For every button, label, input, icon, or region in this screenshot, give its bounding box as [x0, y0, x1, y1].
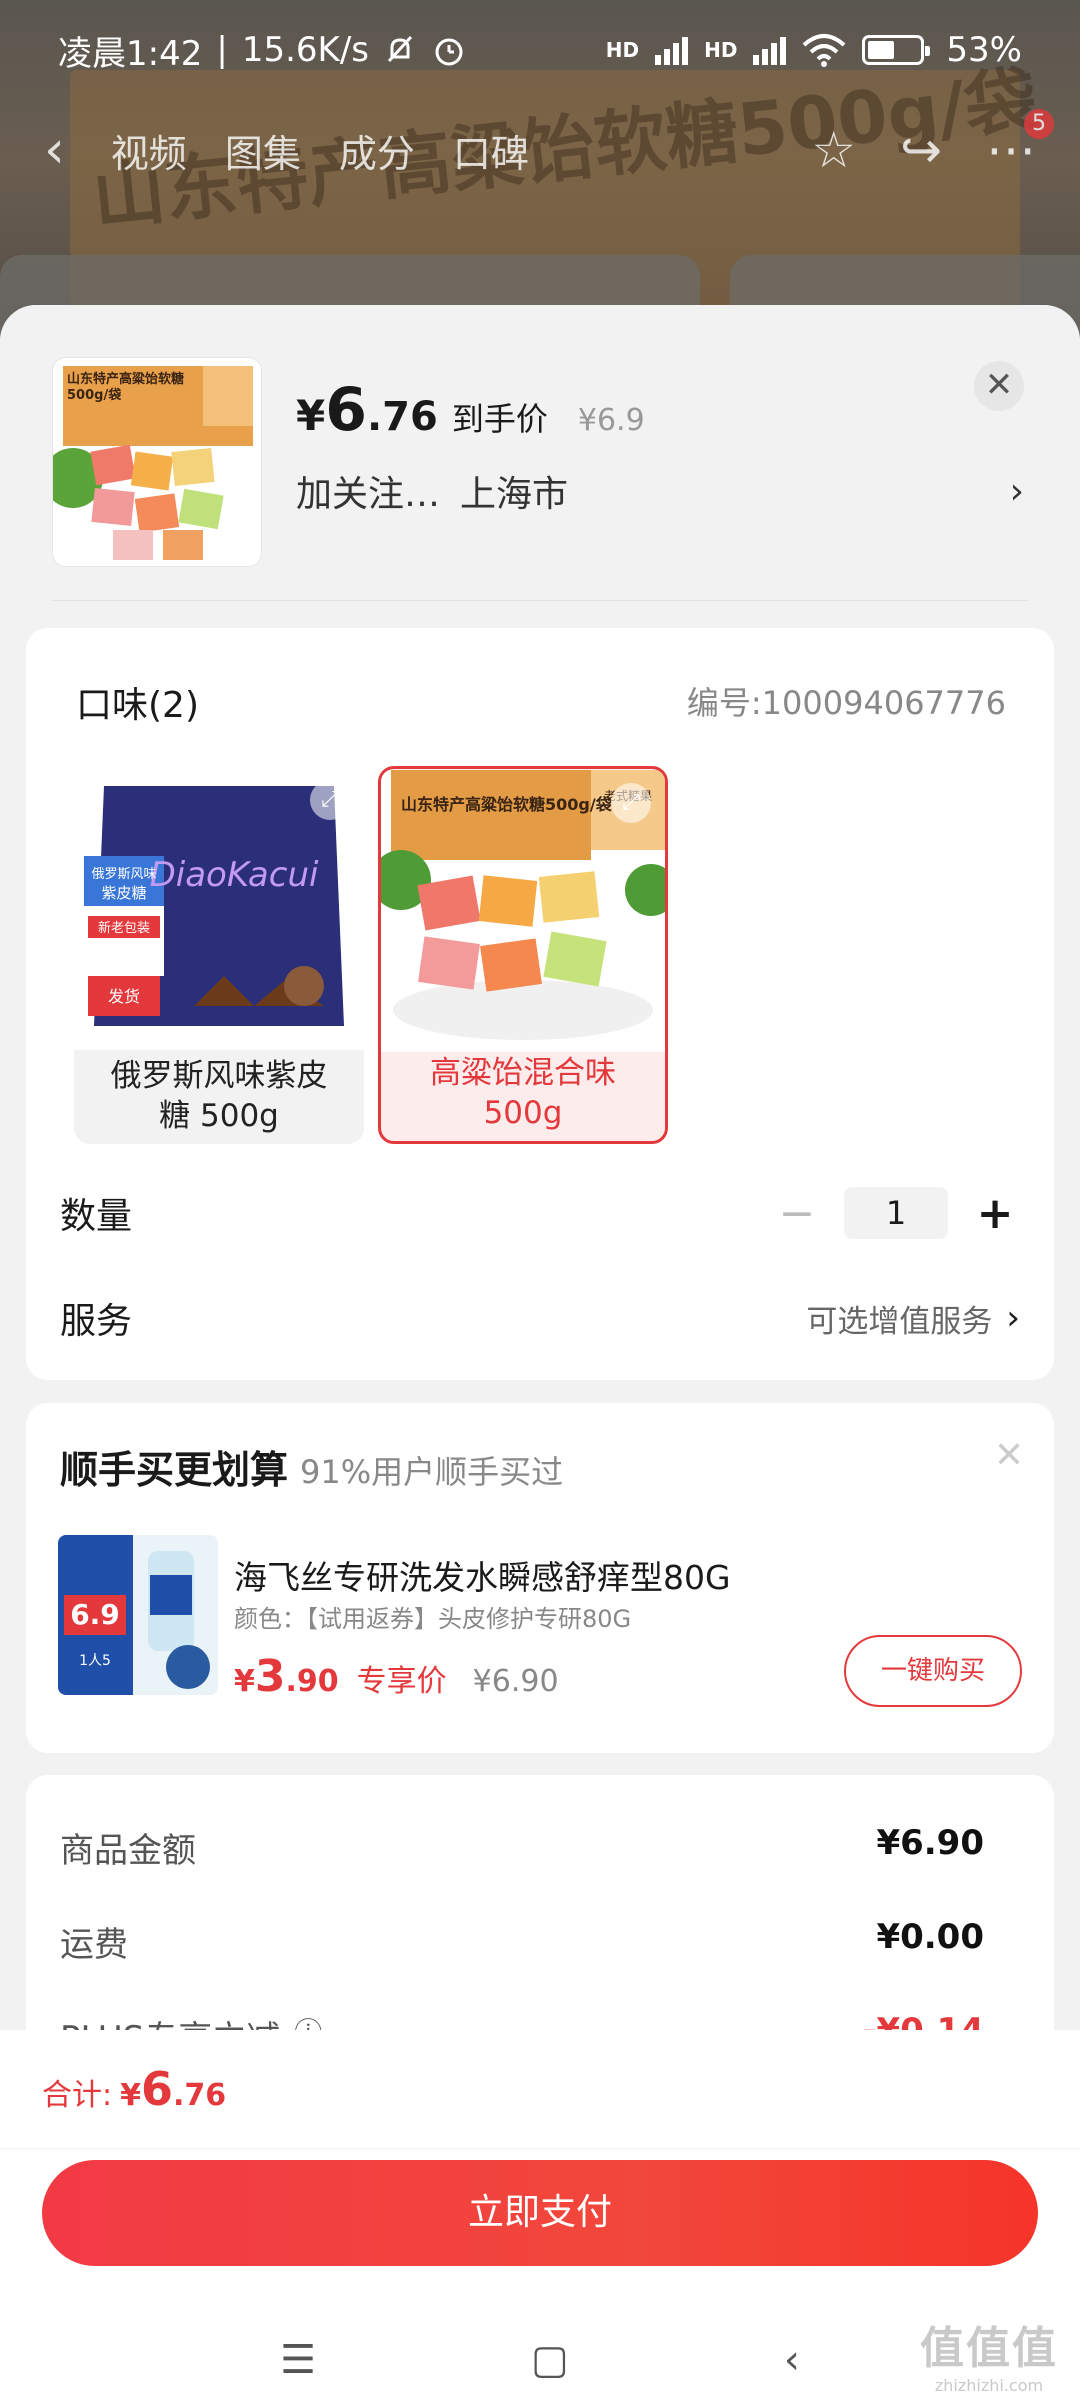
- wifi-icon: [803, 34, 846, 67]
- svg-text:新老包装: 新老包装: [98, 920, 150, 936]
- watermark: 值值值 zhizhizhi.com: [920, 2323, 1058, 2395]
- tab-reviews[interactable]: 口碑: [453, 123, 529, 178]
- quantity-input[interactable]: 1: [844, 1187, 948, 1239]
- signal-label: HD: [605, 38, 640, 62]
- status-bar: 凌晨1:42 | 15.6K/s HD HD 53%: [0, 0, 1080, 100]
- home-icon[interactable]: ▢: [531, 2337, 569, 2383]
- upsell-subtitle: 91%用户顺手买过: [300, 1453, 564, 1491]
- option-label: 500g: [483, 1095, 563, 1131]
- status-time: 凌晨1:42: [58, 33, 203, 74]
- spec-card: 口味(2) 编号:100094067776 DiaoKacui 俄罗斯风味 紫皮…: [26, 628, 1054, 1380]
- total-label: 合计:: [42, 2078, 113, 2113]
- tab-ingredients[interactable]: 成分: [339, 123, 415, 178]
- sheet-header: 山东特产高粱饴软糖500g/袋 ¥ 6 .76 到手价 ¥6.9 ✕ 加关注… …: [0, 305, 1080, 605]
- expand-icon[interactable]: ⤢: [310, 780, 350, 820]
- svg-text:俄罗斯风味: 俄罗斯风味: [91, 867, 156, 882]
- svg-text:发货: 发货: [108, 987, 140, 1006]
- chevron-right-icon: ›: [1006, 1298, 1020, 1338]
- decrease-button[interactable]: −: [772, 1188, 822, 1239]
- order-total: 合计: ¥ 6 .76: [42, 2062, 227, 2116]
- battery-icon: [862, 35, 931, 65]
- address-city: 上海市: [460, 474, 569, 515]
- status-speed: 15.6K/s: [241, 30, 369, 70]
- share-icon[interactable]: ↪: [900, 121, 942, 179]
- price-label: 到手价: [451, 400, 548, 438]
- option-box-text: 山东特产高粱饴软糖500g/袋: [401, 795, 613, 814]
- tab-video[interactable]: 视频: [111, 123, 187, 178]
- quantity-row: 数量 − 1 +: [60, 1173, 1020, 1253]
- product-top-nav: ‹ 视频 图集 成分 口碑 ☆ ↪ ⋯ 5: [0, 109, 1080, 190]
- service-row[interactable]: 服务 可选增值服务 ›: [60, 1278, 1020, 1358]
- original-price: ¥6.9: [577, 403, 645, 438]
- upsell-card: 顺手买更划算 91%用户顺手买过 ✕ 6.9 1人5 海飞丝专研洗发水瞬感舒痒型8…: [26, 1403, 1054, 1753]
- option-label: 糖 500g: [159, 1098, 279, 1134]
- quantity-label: 数量: [60, 1196, 133, 1237]
- thumbnail-box-text: 山东特产高粱饴软糖500g/袋: [67, 372, 185, 403]
- follow-text: 加关注…: [296, 474, 441, 515]
- expand-icon[interactable]: ⤢: [611, 783, 651, 823]
- signal-icon: [655, 35, 689, 65]
- option-label: 高粱饴混合味: [430, 1055, 616, 1091]
- divider: [52, 600, 1028, 601]
- increase-button[interactable]: +: [970, 1188, 1020, 1239]
- exclusive-price-label: 专享价: [356, 1664, 447, 1699]
- battery-level: 53%: [946, 30, 1022, 70]
- mute-bell-icon: [387, 35, 413, 63]
- alarm-icon: [435, 38, 463, 66]
- flavor-option-russian[interactable]: DiaoKacui 俄罗斯风味 紫皮糖 新老包装 发货 ⤢ 俄罗斯风味紫皮 糖 …: [74, 766, 364, 1144]
- svg-text:6.9: 6.9: [70, 1598, 120, 1631]
- checkout-bar: 合计: ¥ 6 .76 立即支付 ☰ ▢ ‹ 值值值 zhizhizhi.com: [0, 2030, 1080, 2400]
- service-value: 可选增值服务: [806, 1303, 993, 1340]
- upsell-price: ¥ 3 .90 专享价 ¥6.90: [234, 1651, 559, 1702]
- product-thumbnail[interactable]: 山东特产高粱饴软糖500g/袋: [52, 357, 262, 567]
- summary-row-goods: 商品金额 ¥6.90: [60, 1823, 984, 1871]
- address-row[interactable]: 加关注… 上海市 ›: [296, 465, 1024, 517]
- tab-gallery[interactable]: 图集: [225, 123, 301, 178]
- back-nav-icon[interactable]: ‹: [784, 2337, 800, 2383]
- signal-icon: [753, 35, 787, 65]
- message-badge: 5: [1024, 109, 1054, 139]
- close-icon[interactable]: ✕: [974, 361, 1024, 411]
- product-code: 编号:100094067776: [686, 684, 1006, 722]
- option-label: 俄罗斯风味紫皮: [110, 1058, 328, 1094]
- menu-icon[interactable]: ☰: [280, 2337, 316, 2383]
- one-click-buy-button[interactable]: 一键购买: [844, 1635, 1022, 1707]
- service-label: 服务: [60, 1301, 133, 1342]
- pay-now-button[interactable]: 立即支付: [42, 2160, 1038, 2266]
- product-price: ¥ 6 .76 到手价 ¥6.9: [296, 375, 645, 445]
- flavor-heading: 口味(2): [76, 685, 199, 726]
- upsell-image[interactable]: 6.9 1人5: [58, 1535, 218, 1695]
- upsell-product-name[interactable]: 海飞丝专研洗发水瞬感舒痒型80G: [234, 1551, 731, 1599]
- flavor-option-sorghum[interactable]: 山东特产高粱饴软糖500g/袋 老式糖果 ⤢ 高粱饴混合味 500g: [378, 766, 668, 1144]
- system-navigation-bar: ☰ ▢ ‹: [0, 2330, 1080, 2390]
- summary-row-shipping: 运费 ¥0.00: [60, 1917, 984, 1965]
- option-brand-text: DiaoKacui: [150, 855, 319, 895]
- upsell-original-price: ¥6.90: [472, 1664, 559, 1699]
- svg-text:1人5: 1人5: [79, 1653, 111, 1669]
- svg-text:紫皮糖: 紫皮糖: [101, 884, 146, 902]
- divider: [0, 2148, 1080, 2149]
- star-icon[interactable]: ☆: [811, 121, 856, 179]
- back-icon[interactable]: ‹: [44, 120, 65, 180]
- upsell-variant: 颜色：【试用返券】头皮修护专研80G: [234, 1605, 632, 1633]
- chevron-right-icon: ›: [1009, 470, 1024, 512]
- close-icon[interactable]: ✕: [994, 1435, 1024, 1476]
- signal-label: HD: [704, 38, 738, 62]
- upsell-title: 顺手买更划算: [60, 1448, 289, 1492]
